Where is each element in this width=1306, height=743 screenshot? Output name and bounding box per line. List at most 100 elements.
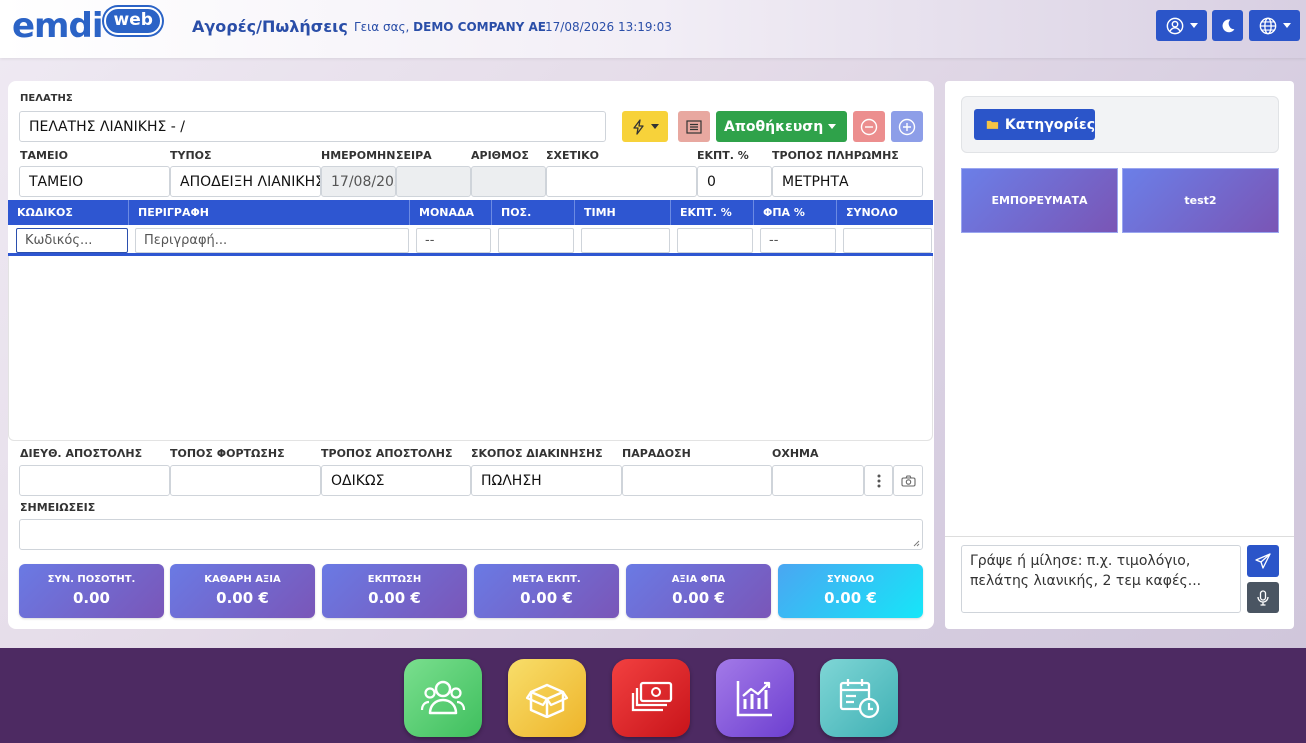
loading-place-label: ΤΟΠΟΣ ΦΟΡΤΩΣΗΣ xyxy=(170,447,285,460)
related-field[interactable] xyxy=(546,166,697,197)
dock-reports-button[interactable] xyxy=(716,659,794,737)
user-menu-button[interactable] xyxy=(1156,10,1207,41)
col-vat[interactable]: ΦΠΑ % xyxy=(754,200,837,225)
type-label: ΤΥΠΟΣ xyxy=(170,149,212,162)
number-field[interactable] xyxy=(471,166,546,197)
top-bar: emdi web Αγορές/Πωλήσεις Γεια σας, DEMO … xyxy=(0,0,1306,58)
col-discount[interactable]: ΕΚΠΤ. % xyxy=(671,200,754,225)
vehicle-field[interactable] xyxy=(772,465,864,496)
quantity-input[interactable] xyxy=(498,228,574,253)
camera-icon xyxy=(900,474,916,487)
remove-button[interactable] xyxy=(853,111,885,142)
lightning-icon xyxy=(632,118,644,135)
description-input[interactable]: Περιγραφή... xyxy=(135,228,409,253)
unit-select[interactable]: -- xyxy=(416,228,491,253)
date-field[interactable]: 17/08/2026 xyxy=(321,166,396,197)
dock-schedule-button[interactable] xyxy=(820,659,898,737)
col-total[interactable]: ΣΥΝΟΛΟ xyxy=(837,200,933,225)
payment-method-select[interactable]: ΜΕΤΡΗΤΑ xyxy=(772,166,923,197)
register-select[interactable]: ΤΑΜΕΙΟ xyxy=(19,166,170,197)
categories-button[interactable]: Κατηγορίες xyxy=(974,109,1095,140)
discount-field[interactable]: 0 xyxy=(697,166,772,197)
shipping-method-select[interactable]: ΟΔΙΚΩΣ xyxy=(321,465,471,496)
after-discount-label: ΜΕΤΑ ΕΚΠΤ. xyxy=(512,574,581,585)
series-label: ΣΕΙΡΑ xyxy=(396,149,432,162)
col-quantity[interactable]: ΠΟΣ. xyxy=(492,200,575,225)
folder-icon xyxy=(986,120,999,129)
dock-payments-button[interactable] xyxy=(612,659,690,737)
calendar-clock-icon xyxy=(839,679,880,719)
shipping-address-field[interactable] xyxy=(19,465,170,496)
shipping-method-label: ΤΡΟΠΟΣ ΑΠΟΣΤΟΛΗΣ xyxy=(321,447,453,460)
more-options-button[interactable] xyxy=(864,465,893,496)
minus-circle-icon xyxy=(860,118,878,135)
document-type-select[interactable]: ΑΠΟΔΕΙΞΗ ΛΙΑΝΙΚΗΣ xyxy=(170,166,321,197)
series-field[interactable] xyxy=(396,166,471,197)
code-input[interactable]: Κωδικός... xyxy=(16,228,128,253)
send-icon xyxy=(1255,553,1271,569)
category-tile-merchandise[interactable]: ΕΜΠΟΡΕΥΜΑΤΑ xyxy=(961,168,1118,233)
list-icon xyxy=(686,119,702,134)
customer-label: ΠΕΛΑΤΗΣ xyxy=(20,93,73,104)
resize-handle-icon[interactable] xyxy=(913,540,920,547)
vehicle-label: ΟΧΗΜΑ xyxy=(772,447,819,460)
language-menu-button[interactable] xyxy=(1249,10,1300,41)
after-discount-value: 0.00 € xyxy=(520,589,573,607)
dock-customers-button[interactable] xyxy=(404,659,482,737)
current-datetime: 17/08/2026 13:19:03 xyxy=(545,20,672,34)
user-icon xyxy=(1166,17,1183,34)
logo-text: emdi xyxy=(12,6,103,46)
globe-icon xyxy=(1259,17,1276,34)
greeting-prefix: Γεια σας, xyxy=(354,20,410,34)
camera-button[interactable] xyxy=(893,465,923,496)
company-name: DEMO COMPANY AE xyxy=(413,20,546,34)
item-input-row: Κωδικός... Περιγραφή... -- -- xyxy=(8,225,933,256)
col-description[interactable]: ΠΕΡΙΓΡΑΦΗ xyxy=(129,200,410,225)
net-value-card: ΚΑΘΑΡΗ ΑΞΙΑ 0.00 € xyxy=(170,564,315,618)
add-button[interactable] xyxy=(891,111,923,142)
discount-label: ΕΚΠΤ. % xyxy=(697,149,749,162)
col-unit[interactable]: ΜΟΝΑΔΑ xyxy=(410,200,492,225)
register-label: ΤΑΜΕΙΟ xyxy=(20,149,68,162)
notes-textarea[interactable] xyxy=(19,519,923,550)
chevron-down-icon xyxy=(1282,23,1291,28)
kebab-menu-icon xyxy=(877,474,880,487)
vat-value-value: 0.00 € xyxy=(672,589,725,607)
chevron-down-icon[interactable] xyxy=(828,124,836,129)
category-tile-test2[interactable]: test2 xyxy=(1122,168,1279,233)
total-quantity-label: ΣΥΝ. ΠΟΣΟΤΗΤ. xyxy=(47,574,136,585)
delivery-label: ΠΑΡΑΔΟΣΗ xyxy=(622,447,691,460)
related-label: ΣΧΕΤΙΚΟ xyxy=(546,149,599,162)
movement-purpose-select[interactable]: ΠΩΛΗΣΗ xyxy=(471,465,622,496)
dark-mode-toggle[interactable] xyxy=(1212,10,1243,41)
chart-icon xyxy=(736,681,772,717)
total-quantity-card: ΣΥΝ. ΠΟΣΟΤΗΤ. 0.00 xyxy=(19,564,164,618)
list-view-button[interactable] xyxy=(678,111,710,142)
line-total-field[interactable] xyxy=(843,228,932,253)
microphone-button[interactable] xyxy=(1247,582,1279,613)
save-button[interactable]: Αποθήκευση xyxy=(716,111,847,142)
send-button[interactable] xyxy=(1247,545,1279,577)
delivery-field[interactable] xyxy=(622,465,772,496)
dock-products-button[interactable] xyxy=(508,659,586,737)
notes-label: ΣΗΜΕΙΩΣΕΙΣ xyxy=(20,501,96,514)
microphone-icon xyxy=(1257,589,1269,606)
quick-actions-button[interactable] xyxy=(622,111,668,142)
vat-select[interactable]: -- xyxy=(760,228,836,253)
customer-field[interactable]: ΠΕΛΑΤΗΣ ΛΙΑΝΙΚΗΣ - / xyxy=(19,111,606,142)
categories-label: Κατηγορίες xyxy=(1004,116,1095,133)
emdi-web-logo[interactable]: emdi web xyxy=(12,6,162,46)
price-input[interactable] xyxy=(581,228,670,253)
col-price[interactable]: ΤΙΜΗ xyxy=(575,200,671,225)
assistant-chat-input[interactable]: Γράψε ή μίλησε: π.χ. τιμολόγιο, πελάτης … xyxy=(961,545,1241,613)
discount-total-label: ΕΚΠΤΩΣΗ xyxy=(367,574,422,585)
net-value-label: ΚΑΘΑΡΗ ΑΞΙΑ xyxy=(204,574,281,585)
discount-total-value: 0.00 € xyxy=(368,589,421,607)
items-grid-header: ΚΩΔΙΚΟΣ ΠΕΡΙΓΡΑΦΗ ΜΟΝΑΔΑ ΠΟΣ. ΤΙΜΗ ΕΚΠΤ.… xyxy=(8,200,933,225)
col-code[interactable]: ΚΩΔΙΚΟΣ xyxy=(8,200,129,225)
line-discount-input[interactable] xyxy=(677,228,753,253)
after-discount-card: ΜΕΤΑ ΕΚΠΤ. 0.00 € xyxy=(474,564,619,618)
loading-place-field[interactable] xyxy=(170,465,321,496)
grand-total-value: 0.00 € xyxy=(824,589,877,607)
number-label: ΑΡΙΘΜΟΣ xyxy=(471,149,529,162)
